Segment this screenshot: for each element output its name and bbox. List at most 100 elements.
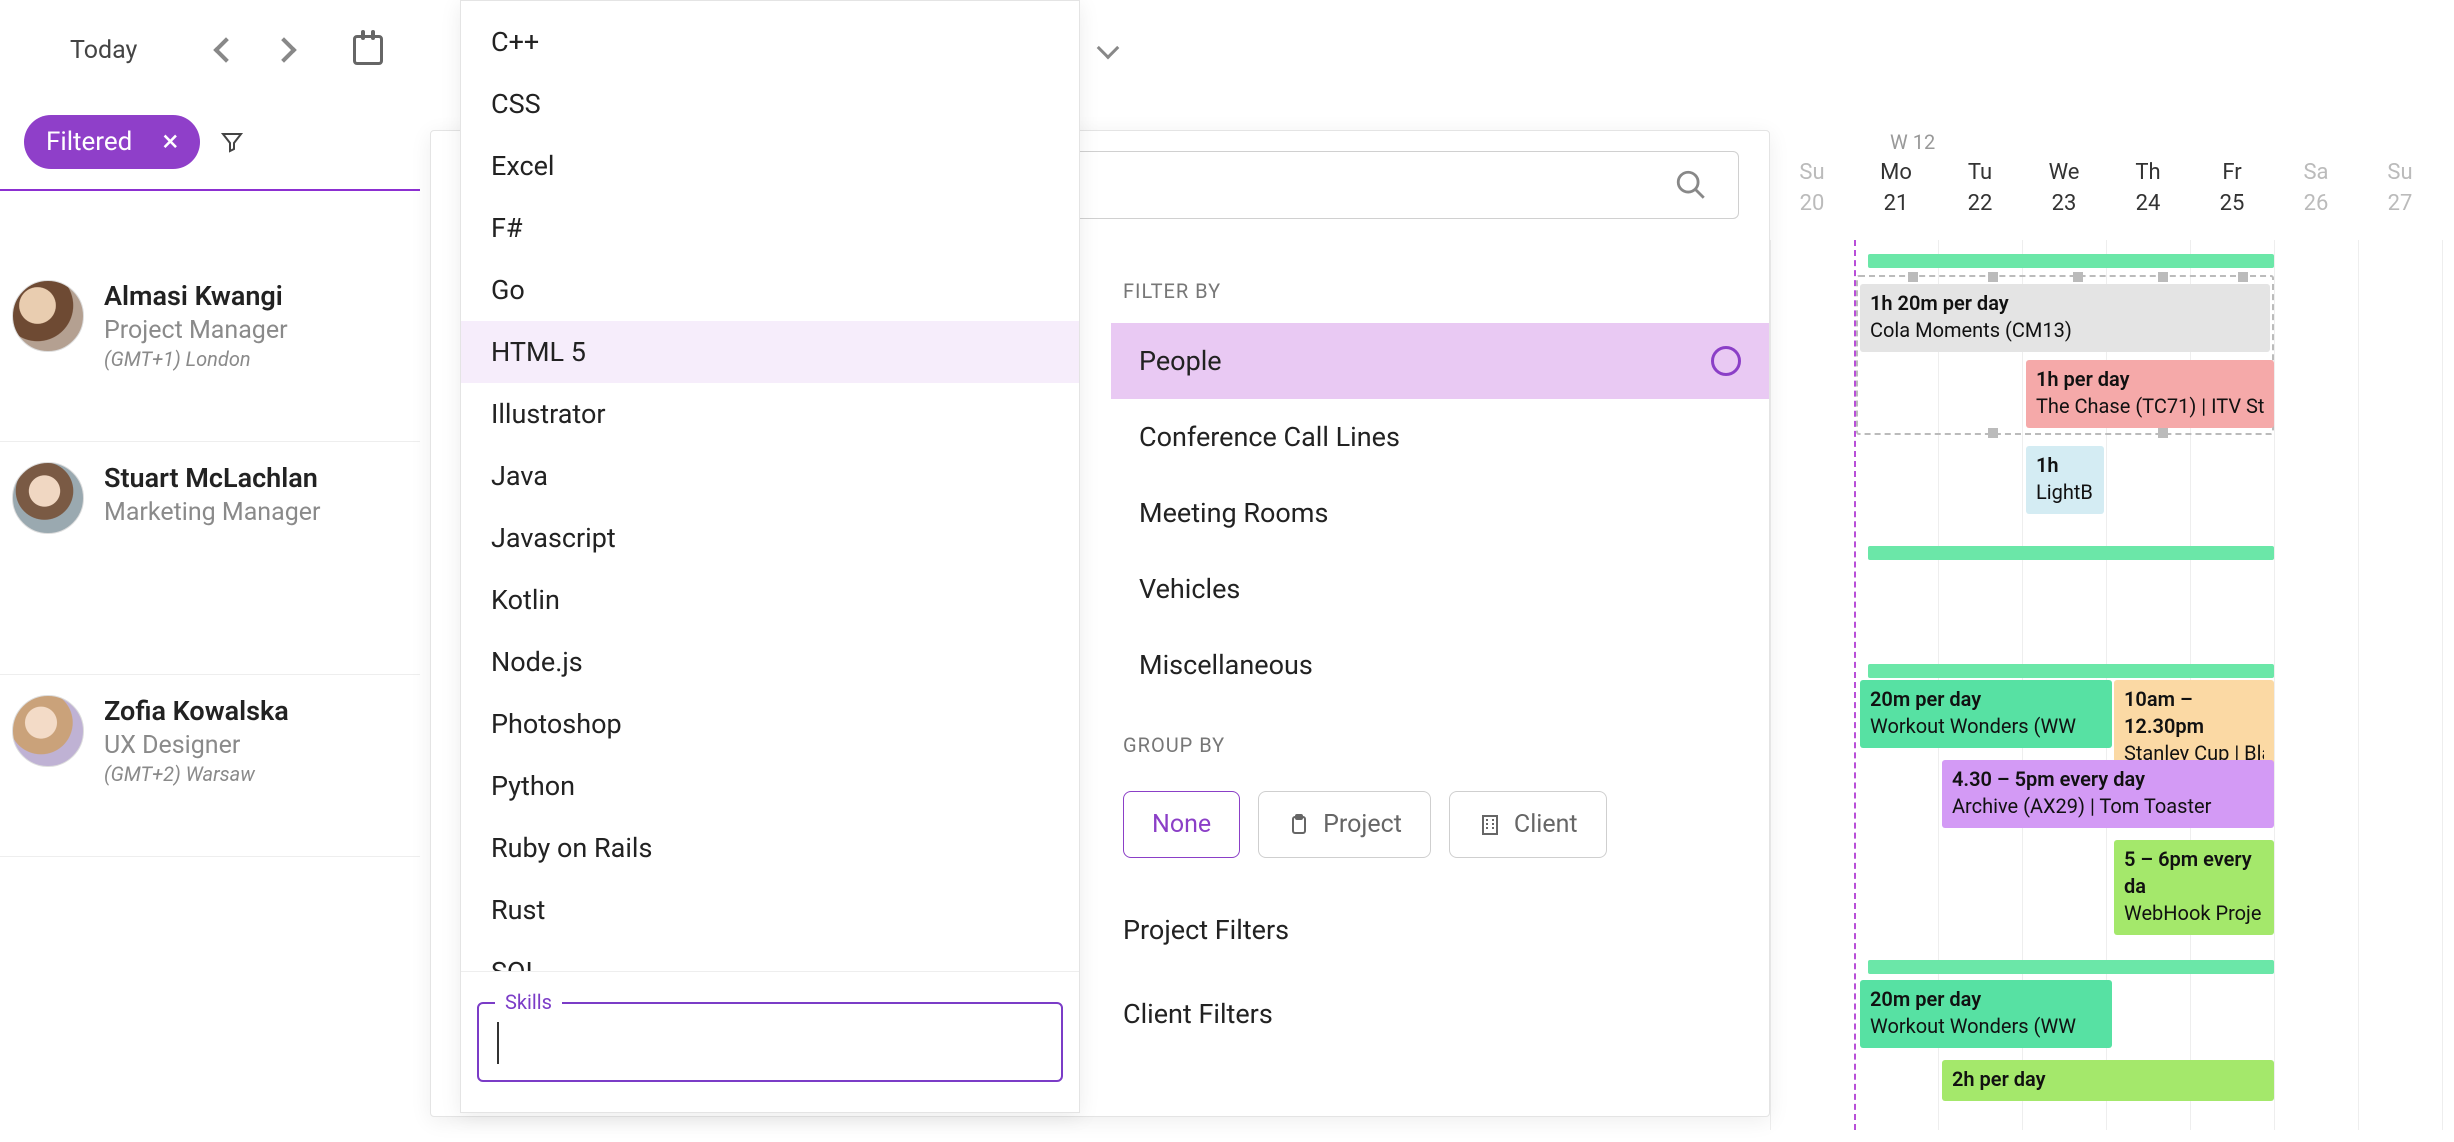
skill-option[interactable]: F# bbox=[461, 197, 1079, 259]
avatar bbox=[12, 280, 84, 352]
day-number: 22 bbox=[1938, 191, 2022, 216]
event-time: 1h per day bbox=[2036, 366, 2264, 393]
event-block[interactable]: 1h per day The Chase (TC71) | ITV St bbox=[2026, 360, 2274, 428]
event-block[interactable]: 20m per day Workout Wonders (WW bbox=[1860, 980, 2112, 1048]
prev-period-button[interactable] bbox=[214, 37, 239, 62]
event-title: Workout Wonders (WW bbox=[1870, 713, 2102, 740]
event-block[interactable]: 5 – 6pm every da WebHook Proje bbox=[2114, 840, 2274, 935]
filterby-item-vehicles[interactable]: Vehicles bbox=[1111, 551, 1769, 627]
event-block[interactable]: 4.30 – 5pm every day Archive (AX29) | To… bbox=[1942, 760, 2274, 828]
event-block[interactable]: 20m per day Workout Wonders (WW bbox=[1860, 680, 2112, 748]
filterby-item-people[interactable]: People bbox=[1111, 323, 1769, 399]
day-of-week: Th bbox=[2106, 160, 2190, 185]
skill-option[interactable]: Node.js bbox=[461, 631, 1079, 693]
person-row[interactable]: Stuart McLachlan Marketing Manager bbox=[0, 442, 420, 675]
skills-dropdown: C++ CSS Excel F# Go HTML 5 Illustrator J… bbox=[460, 0, 1080, 1113]
filtered-pill-label: Filtered bbox=[46, 127, 132, 157]
person-name: Stuart McLachlan bbox=[104, 462, 320, 494]
next-period-button[interactable] bbox=[272, 37, 297, 62]
skill-option[interactable]: Rust bbox=[461, 879, 1079, 941]
day-of-week: We bbox=[2022, 160, 2106, 185]
groupby-none-button[interactable]: None bbox=[1123, 791, 1240, 858]
skill-option[interactable]: Excel bbox=[461, 135, 1079, 197]
skill-option[interactable]: Python bbox=[461, 755, 1079, 817]
day-of-week: Sa bbox=[2274, 160, 2358, 185]
filterby-item-label: People bbox=[1139, 345, 1222, 377]
groupby-project-button[interactable]: Project bbox=[1258, 791, 1431, 858]
skill-option[interactable]: Photoshop bbox=[461, 693, 1079, 755]
day-number: 25 bbox=[2190, 191, 2274, 216]
groupby-heading: GROUP BY bbox=[1111, 703, 1769, 777]
clear-filter-icon[interactable]: × bbox=[162, 127, 178, 157]
skills-input[interactable] bbox=[477, 1002, 1063, 1082]
event-time: 20m per day bbox=[1870, 986, 2102, 1013]
skill-option[interactable]: Javascript bbox=[461, 507, 1079, 569]
clipboard-icon bbox=[1287, 813, 1311, 837]
day-header: Mo 21 bbox=[1854, 160, 1938, 216]
day-header: Th 24 bbox=[2106, 160, 2190, 216]
person-role: Project Manager bbox=[104, 316, 288, 345]
skills-input-label: Skills bbox=[495, 990, 562, 1014]
client-filters-link[interactable]: Client Filters bbox=[1111, 972, 1769, 1056]
day-number: 24 bbox=[2106, 191, 2190, 216]
filterby-item-conference[interactable]: Conference Call Lines bbox=[1111, 399, 1769, 475]
day-of-week: Fr bbox=[2190, 160, 2274, 185]
event-block[interactable]: 1h 20m per day Cola Moments (CM13) bbox=[1860, 284, 2270, 352]
person-role: Marketing Manager bbox=[104, 498, 320, 527]
person-role: UX Designer bbox=[104, 731, 289, 760]
text-caret bbox=[497, 1022, 499, 1064]
day-number: 23 bbox=[2022, 191, 2106, 216]
filter-row: Filtered × bbox=[0, 115, 420, 191]
date-nav bbox=[217, 41, 293, 59]
person-row[interactable]: Zofia Kowalska UX Designer (GMT+2) Warsa… bbox=[0, 675, 420, 857]
skill-option[interactable]: Ruby on Rails bbox=[461, 817, 1079, 879]
event-title: Cola Moments (CM13) bbox=[1870, 317, 2260, 344]
top-toolbar: Today bbox=[0, 0, 2454, 100]
skill-option[interactable]: CSS bbox=[461, 73, 1079, 135]
timeline-grid[interactable]: 1h 20m per day Cola Moments (CM13) 1h pe… bbox=[1770, 240, 2454, 1130]
week-label: W 12 bbox=[1890, 130, 1935, 154]
skill-option[interactable]: Java bbox=[461, 445, 1079, 507]
person-name: Almasi Kwangi bbox=[104, 280, 288, 312]
person-row[interactable]: Almasi Kwangi Project Manager (GMT+1) Lo… bbox=[0, 260, 420, 442]
day-number: 20 bbox=[1770, 191, 1854, 216]
skill-option[interactable]: Illustrator bbox=[461, 383, 1079, 445]
filtered-pill[interactable]: Filtered × bbox=[24, 115, 200, 169]
timeline: W 12 Su 20 Mo 21 Tu 22 We 23 Th 24 Fr 25… bbox=[1770, 130, 2454, 1130]
skill-option[interactable]: C++ bbox=[461, 11, 1079, 73]
avatar bbox=[12, 695, 84, 767]
skill-option[interactable]: HTML 5 bbox=[461, 321, 1079, 383]
groupby-label: None bbox=[1152, 810, 1211, 839]
groupby-label: Project bbox=[1323, 810, 1402, 839]
today-button[interactable]: Today bbox=[20, 26, 187, 75]
person-name: Zofia Kowalska bbox=[104, 695, 289, 727]
search-icon bbox=[1674, 168, 1708, 202]
skills-option-list: C++ CSS Excel F# Go HTML 5 Illustrator J… bbox=[461, 1, 1079, 971]
day-of-week: Mo bbox=[1854, 160, 1938, 185]
filterby-item-misc[interactable]: Miscellaneous bbox=[1111, 627, 1769, 703]
groupby-client-button[interactable]: Client bbox=[1449, 791, 1607, 858]
skill-option[interactable]: Go bbox=[461, 259, 1079, 321]
event-block[interactable]: 2h per day bbox=[1942, 1060, 2274, 1101]
event-title: Archive (AX29) | Tom Toaster bbox=[1952, 793, 2264, 820]
filter-icon[interactable] bbox=[220, 130, 244, 154]
filterby-item-meeting-rooms[interactable]: Meeting Rooms bbox=[1111, 475, 1769, 551]
project-filters-link[interactable]: Project Filters bbox=[1111, 888, 1769, 972]
skill-option[interactable]: Kotlin bbox=[461, 569, 1079, 631]
day-header: Tu 22 bbox=[1938, 160, 2022, 216]
event-title: Workout Wonders (WW bbox=[1870, 1013, 2102, 1040]
calendar-icon[interactable] bbox=[353, 35, 383, 65]
event-block[interactable]: 1h LightBlu bbox=[2026, 446, 2104, 514]
filterby-item-label: Meeting Rooms bbox=[1139, 497, 1328, 529]
person-timezone: (GMT+2) Warsaw bbox=[104, 762, 289, 786]
filterby-item-label: Miscellaneous bbox=[1139, 649, 1313, 681]
event-time: 1h bbox=[2036, 452, 2094, 479]
skill-option[interactable]: SQL bbox=[461, 941, 1079, 971]
event-time: 1h 20m per day bbox=[1870, 290, 2260, 317]
person-timezone: (GMT+1) London bbox=[104, 347, 288, 371]
groupby-label: Client bbox=[1514, 810, 1578, 839]
event-title: The Chase (TC71) | ITV St bbox=[2036, 393, 2264, 420]
day-header: Fr 25 bbox=[2190, 160, 2274, 216]
building-icon bbox=[1478, 813, 1502, 837]
day-of-week: Tu bbox=[1938, 160, 2022, 185]
